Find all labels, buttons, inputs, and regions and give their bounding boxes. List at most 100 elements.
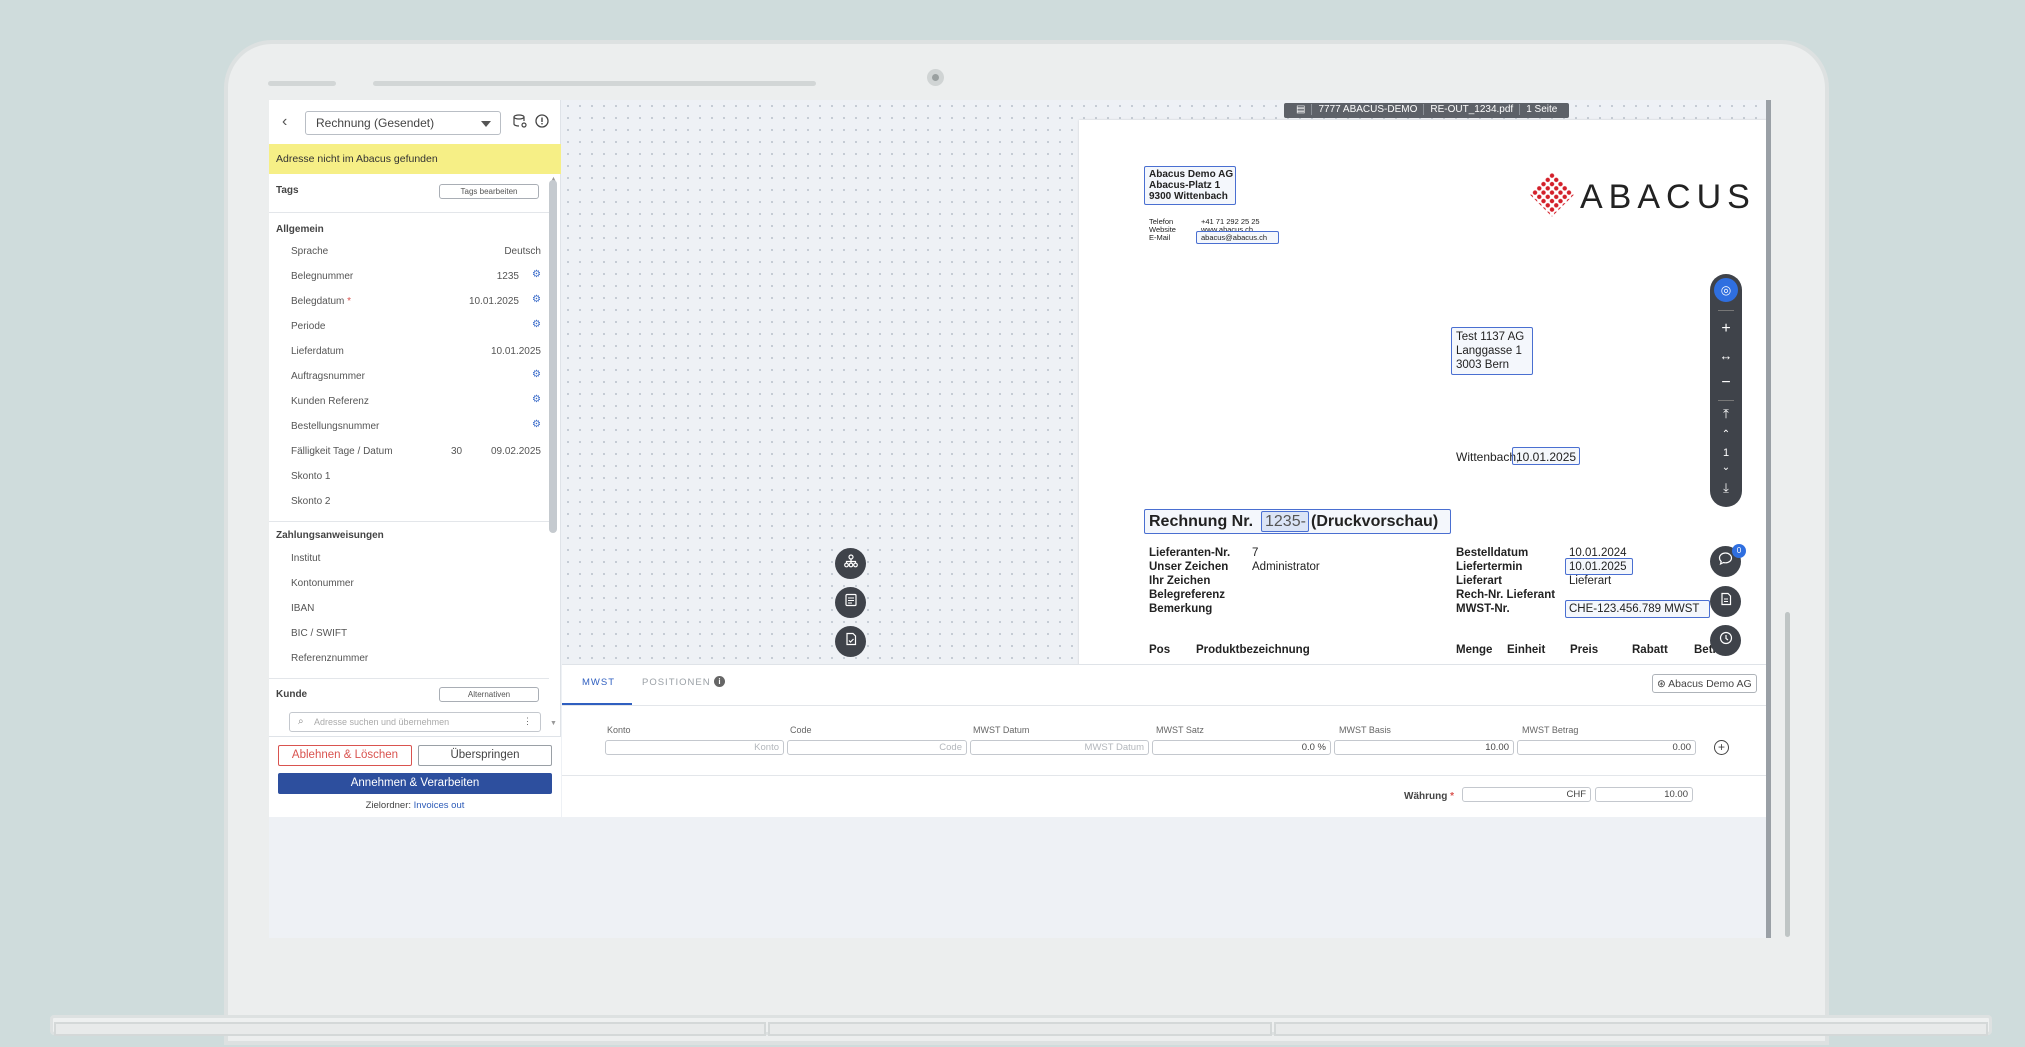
mapping-gear-icon[interactable]: ⚙ (532, 369, 541, 380)
accept-process-button[interactable]: Annehmen & Verarbeiten (278, 773, 552, 794)
document-export-icon[interactable] (1710, 586, 1741, 617)
field-customer-reference[interactable]: Kunden Referenz ⚙ (291, 393, 541, 413)
field-due-date[interactable]: Fälligkeit Tage / Datum 30 09.02.2025 (291, 443, 541, 463)
search-placeholder: Adresse suchen und übernehmen (314, 717, 450, 727)
back-icon[interactable]: ‹ (282, 113, 287, 131)
field-label: BIC / SWIFT (291, 628, 348, 639)
required-marker: * (1450, 791, 1455, 802)
field-label: Auftragsnummer (291, 371, 365, 382)
zoom-out-icon[interactable]: − (1710, 374, 1742, 392)
field-label: Sprache (291, 246, 329, 257)
alert-circle-icon[interactable] (534, 114, 550, 130)
field-value: 10.01.2025 (468, 296, 519, 307)
detail-label: Rech-Nr. Lieferant (1456, 589, 1556, 601)
more-options-icon[interactable]: ⋮ (523, 716, 532, 727)
table-header: Menge (1456, 644, 1493, 656)
tab-positionen[interactable]: POSITIONEN (642, 677, 711, 688)
page-count: 1 Seite (1526, 104, 1558, 115)
field-purchase-order[interactable]: Bestellungsnummer ⚙ (291, 418, 541, 438)
scroll-down-icon[interactable]: ▼ (550, 720, 557, 727)
search-icon: ⌕ (298, 716, 304, 727)
detail-label: Bemerkung (1149, 603, 1213, 615)
field-language[interactable]: Sprache Deutsch (291, 243, 541, 263)
auto-detect-icon[interactable]: ◎ (1714, 278, 1738, 302)
mapping-gear-icon[interactable]: ⚙ (532, 419, 541, 430)
previous-page-icon[interactable]: ⌃ (1710, 429, 1742, 440)
field-iban[interactable]: IBAN (291, 600, 541, 620)
reject-delete-button[interactable]: Ablehnen & Löschen (278, 745, 412, 766)
field-bic[interactable]: BIC / SWIFT (291, 625, 541, 645)
alternatives-button[interactable]: Alternativen (439, 687, 539, 702)
field-discount-2[interactable]: Skonto 2 (291, 493, 541, 513)
field-label: Lieferdatum (291, 346, 344, 357)
account-input[interactable]: Konto (605, 740, 784, 755)
column-header: Code (790, 725, 812, 735)
vat-date-input[interactable]: MWST Datum (970, 740, 1149, 755)
field-institute[interactable]: Institut (291, 550, 541, 570)
database-settings-icon[interactable] (512, 114, 528, 130)
field-document-date[interactable]: Belegdatum * 10.01.2025 ⚙ (291, 293, 541, 313)
currency-label-text: Währung (1404, 791, 1448, 802)
mapping-gear-icon[interactable]: ⚙ (532, 269, 541, 280)
field-value: 09.02.2025 (490, 446, 541, 457)
tab-mwst[interactable]: MWST (582, 677, 615, 688)
panel-scrollbar[interactable] (549, 180, 557, 533)
zoom-in-icon[interactable]: + (1710, 320, 1742, 338)
code-input[interactable]: Code (787, 740, 967, 755)
add-row-icon[interactable]: + (1714, 740, 1729, 755)
empty-area (269, 817, 1766, 938)
action-footer: Ablehnen & Löschen Überspringen Annehmen… (269, 736, 561, 817)
field-delivery-date[interactable]: Lieferdatum 10.01.2025 (291, 343, 541, 363)
invoice-number: 1235- (1265, 513, 1306, 530)
target-folder-link[interactable]: Invoices out (414, 800, 465, 811)
our-sign: Administrator (1252, 561, 1320, 573)
fit-width-icon[interactable]: ↔ (1710, 348, 1742, 363)
table-header: Rabatt (1632, 644, 1668, 656)
vat-rate-input[interactable]: 0.0 % (1152, 740, 1331, 755)
sender-name: Abacus Demo AG (1149, 169, 1234, 180)
table-header: Einheit (1507, 644, 1546, 656)
column-header: MWST Satz (1156, 725, 1204, 735)
info-icon[interactable]: i (714, 676, 725, 687)
field-order-number[interactable]: Auftragsnummer ⚙ (291, 368, 541, 388)
mapping-gear-icon[interactable]: ⚙ (532, 394, 541, 405)
first-page-icon[interactable]: ⤒ (1710, 406, 1742, 422)
delivery-date: 10.01.2025 (1569, 561, 1627, 573)
skip-button[interactable]: Überspringen (418, 745, 552, 766)
table-header: Preis (1570, 644, 1599, 656)
laptop-base-segment (768, 1022, 1272, 1036)
field-label: Fälligkeit Tage / Datum (291, 446, 393, 457)
chevron-down-icon (481, 121, 491, 127)
invoice-title: Rechnung Nr. (1149, 513, 1254, 530)
field-document-number[interactable]: Belegnummer 1235 ⚙ (291, 268, 541, 288)
detail-label: Unser Zeichen (1149, 561, 1229, 573)
field-account-number[interactable]: Kontonummer (291, 575, 541, 595)
comments-count-badge: 0 (1732, 544, 1746, 558)
address-warning: Adresse nicht im Abacus gefunden (269, 144, 561, 174)
last-page-icon[interactable]: ⤓ (1710, 480, 1742, 496)
field-reference-number[interactable]: Referenznummer (291, 650, 541, 670)
vat-amount-input[interactable]: 0.00 (1517, 740, 1696, 755)
document-check-icon[interactable] (835, 626, 866, 657)
field-discount-1[interactable]: Skonto 1 (291, 468, 541, 488)
history-icon[interactable] (1710, 625, 1741, 656)
total-input[interactable]: 10.00 (1595, 787, 1693, 802)
notes-icon[interactable] (835, 587, 866, 618)
document-type-select[interactable]: Rechnung (Gesendet) (305, 111, 501, 135)
company-selector[interactable]: ⊛ Abacus Demo AG (1652, 674, 1757, 693)
mapping-gear-icon[interactable]: ⚙ (532, 319, 541, 330)
structure-icon[interactable] (835, 548, 866, 579)
detail-label: Belegreferenz (1149, 589, 1226, 601)
next-page-icon[interactable]: ⌄ (1710, 462, 1742, 473)
mapping-gear-icon[interactable]: ⚙ (532, 294, 541, 305)
edit-tags-button[interactable]: Tags bearbeiten (439, 184, 539, 199)
detail-label: Bestelldatum (1456, 547, 1529, 559)
vat-basis-input[interactable]: 10.00 (1334, 740, 1514, 755)
address-search-input[interactable]: ⌕ Adresse suchen und übernehmen ⋮ (289, 712, 541, 732)
lid-decoration (268, 81, 336, 86)
document-viewer[interactable]: ▤ 7777 ABACUS-DEMO RE-OUT_1234.pdf 1 Seite … (562, 100, 1766, 664)
column-header: MWST Basis (1339, 725, 1391, 735)
field-period[interactable]: Periode ⚙ (291, 318, 541, 338)
page-scrollbar[interactable] (1785, 612, 1790, 937)
currency-input[interactable]: CHF (1462, 787, 1591, 802)
